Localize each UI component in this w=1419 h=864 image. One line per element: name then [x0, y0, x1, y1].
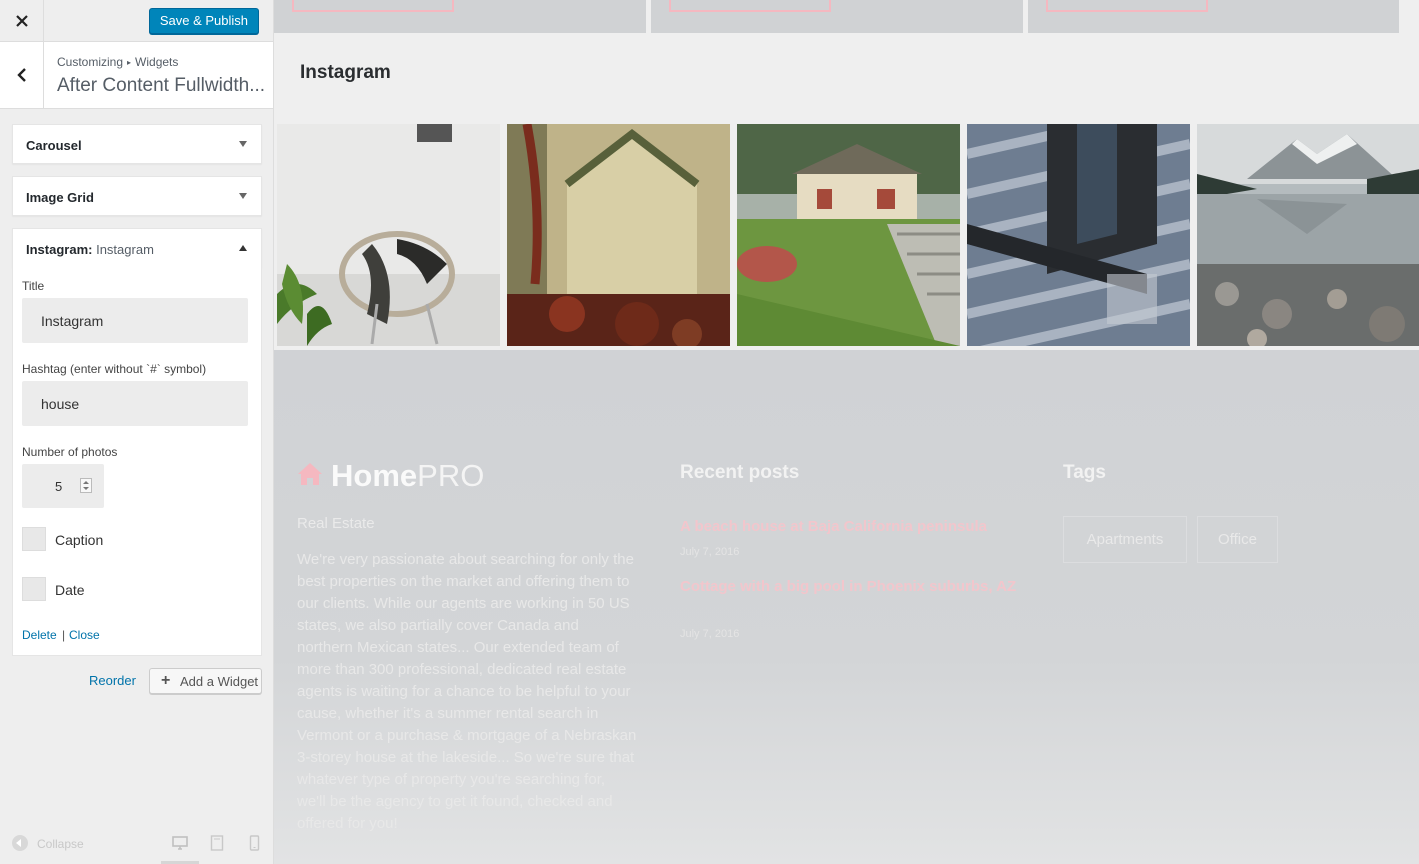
- chevron-left-icon: [16, 68, 26, 82]
- breadcrumb-child: Widgets: [135, 55, 179, 69]
- cottage-image: [737, 124, 960, 346]
- caption-checkbox[interactable]: [22, 527, 46, 551]
- tags-heading: Tags: [1063, 462, 1106, 483]
- expand-arrow-icon[interactable]: [239, 193, 247, 199]
- customizer-sidebar: Save & Publish Customizing ▸ Widgets After…: [0, 0, 274, 864]
- tablet-icon[interactable]: [210, 835, 224, 851]
- widget-image-grid[interactable]: Image Grid: [12, 176, 262, 216]
- mobile-icon[interactable]: [249, 835, 260, 851]
- instagram-heading: Instagram: [300, 62, 391, 83]
- property-card-top: [651, 0, 1023, 33]
- section-header: Customizing ▸ Widgets After Content Fullwi…: [0, 42, 273, 109]
- plus-icon: +: [161, 672, 171, 689]
- card-border: [1046, 0, 1208, 12]
- widget-title: Carousel: [26, 138, 82, 153]
- post-date: July 7, 2016: [680, 546, 740, 558]
- delete-widget-link[interactable]: Delete: [22, 628, 57, 642]
- hashtag-label: Hashtag (enter without `#` symbol): [22, 362, 207, 376]
- expand-arrow-icon[interactable]: [239, 141, 247, 147]
- property-card-top: [1028, 0, 1399, 33]
- tag-office[interactable]: Office: [1197, 516, 1278, 563]
- site-tagline: Real Estate: [297, 515, 375, 532]
- section-title: After Content Fullwidth...: [57, 75, 266, 96]
- instagram-photo[interactable]: [277, 124, 500, 346]
- logo-text: HomePRO: [331, 458, 484, 494]
- photos-number-input[interactable]: 5: [22, 464, 104, 508]
- back-button[interactable]: [0, 42, 44, 108]
- post-link[interactable]: A beach house at Baja California peninsu…: [680, 516, 1020, 538]
- hashtag-input[interactable]: [22, 381, 248, 426]
- add-widget-button[interactable]: + Add a Widget: [149, 668, 262, 694]
- about-text: We're very passionate about searching fo…: [297, 551, 637, 832]
- add-widget-label: Add a Widget: [180, 674, 259, 689]
- collapse-button[interactable]: Collapse: [37, 837, 84, 851]
- recent-posts-heading: Recent posts: [680, 462, 800, 483]
- instagram-widget-form: Title Hashtag (enter without `#` symbol)…: [12, 267, 262, 656]
- logo-bold: Home: [331, 458, 418, 493]
- date-checkbox[interactable]: [22, 577, 46, 601]
- reorder-link[interactable]: Reorder: [89, 673, 136, 688]
- close-widget-link[interactable]: Close: [69, 628, 100, 642]
- link-separator: |: [62, 628, 66, 642]
- old-window-image: [967, 124, 1190, 346]
- date-label: Date: [55, 582, 85, 598]
- logo-light: PRO: [417, 458, 485, 493]
- card-border: [292, 0, 454, 12]
- spinner-arrows-icon[interactable]: [80, 478, 92, 493]
- photos-label: Number of photos: [22, 445, 118, 459]
- breadcrumb: Customizing ▸ Widgets: [57, 55, 178, 69]
- close-customizer-button[interactable]: [0, 0, 44, 42]
- widget-title: Image Grid: [26, 190, 94, 205]
- home-icon: [298, 463, 322, 485]
- card-border: [669, 0, 831, 12]
- title-label: Title: [22, 279, 45, 293]
- chair-image: [277, 124, 500, 346]
- tag-apartments[interactable]: Apartments: [1063, 516, 1187, 563]
- instagram-photo[interactable]: [967, 124, 1190, 346]
- title-input[interactable]: [22, 298, 248, 343]
- site-footer: HomePRO Real Estate We're very passionat…: [274, 350, 1419, 864]
- desktop-icon[interactable]: [172, 835, 188, 851]
- photos-number-value: 5: [55, 479, 63, 494]
- widget-carousel[interactable]: Carousel: [12, 124, 262, 164]
- property-card-top: [274, 0, 646, 33]
- post-date: July 7, 2016: [680, 628, 740, 640]
- collapse-arrow-icon[interactable]: [239, 245, 247, 251]
- breadcrumb-separator-icon: ▸: [127, 58, 132, 67]
- instagram-photo[interactable]: [737, 124, 960, 346]
- close-icon: [15, 15, 28, 27]
- mountain-lake-image: [1197, 124, 1419, 346]
- widget-title: Instagram: Instagram: [26, 242, 154, 257]
- sidebar-footer: Collapse: [0, 826, 273, 864]
- site-preview: Instagram HomePRO Real Estate We're very…: [274, 0, 1419, 864]
- customizer-topbar: Save & Publish: [0, 0, 273, 42]
- collapse-arrow-icon[interactable]: [12, 835, 28, 851]
- widget-instance-title: Instagram: [96, 242, 154, 257]
- old-wall-image: [507, 124, 730, 346]
- post-link[interactable]: Cottage with a big pool in Phoenix subur…: [680, 576, 1020, 598]
- instagram-photo[interactable]: [507, 124, 730, 346]
- breadcrumb-parent: Customizing: [57, 55, 124, 69]
- widget-instagram[interactable]: Instagram: Instagram: [12, 228, 262, 268]
- caption-label: Caption: [55, 532, 104, 548]
- save-publish-button[interactable]: Save & Publish: [148, 8, 259, 34]
- instagram-photo[interactable]: [1197, 124, 1419, 346]
- widget-type-label: Instagram:: [26, 242, 93, 257]
